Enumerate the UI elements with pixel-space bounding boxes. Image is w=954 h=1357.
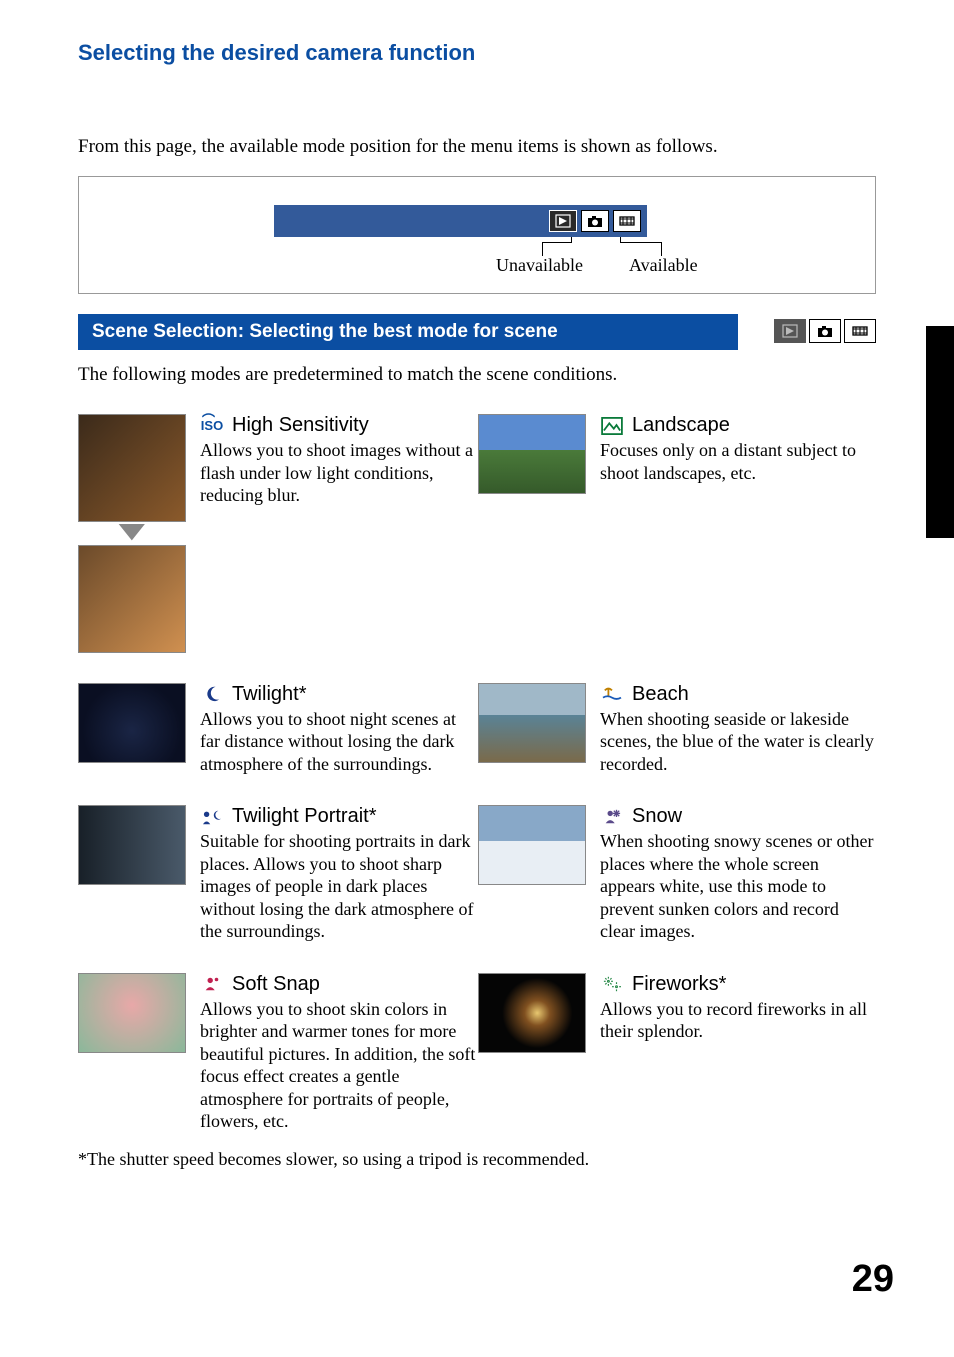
section-mode-icons (774, 317, 876, 345)
scene-beach: Beach When shooting seaside or lakeside … (478, 683, 878, 776)
page-title: Selecting the desired camera function (78, 40, 876, 66)
scene-description: When shooting seaside or lakeside scenes… (600, 708, 878, 776)
scene-title-text: High Sensitivity (232, 414, 369, 437)
movie-mode-icon (844, 319, 876, 343)
section-subtitle: The following modes are predetermined to… (78, 364, 876, 386)
scene-snow: Snow When shooting snowy scenes or other… (478, 805, 878, 943)
scene-description: Focuses only on a distant subject to sho… (600, 439, 878, 484)
scene-twilight: Twilight* Allows you to shoot night scen… (78, 683, 478, 776)
scene-title-text: Twilight Portrait* (232, 805, 377, 828)
scene-description: Allows you to shoot skin colors in brigh… (200, 998, 478, 1133)
camera-mode-icon (809, 319, 841, 343)
twilight-portrait-icon (200, 807, 224, 827)
snow-icon (600, 807, 624, 827)
scene-thumbnail (478, 683, 586, 763)
available-label: Available (629, 255, 698, 276)
scene-description: Allows you to shoot images without a fla… (200, 439, 478, 507)
camera-mode-icon (581, 210, 609, 232)
mode-availability-diagram: Unavailable Available (78, 176, 876, 294)
scene-thumbnail (78, 545, 186, 653)
scene-soft-snap: Soft Snap Allows you to shoot skin color… (78, 973, 478, 1133)
iso-icon: ⌒ISO (200, 416, 224, 436)
scene-high-sensitivity: ▼ ⌒ISO High Sensitivity Allows you to sh… (78, 414, 478, 653)
scene-description: Suitable for shooting portraits in dark … (200, 830, 478, 943)
scene-title-text: Fireworks* (632, 973, 726, 996)
unavailable-label: Unavailable (496, 255, 583, 276)
scene-title-text: Landscape (632, 414, 730, 437)
page-number: 29 (852, 1258, 894, 1301)
scene-title-text: Beach (632, 683, 689, 706)
scene-title-text: Snow (632, 805, 682, 828)
scene-thumbnail (478, 805, 586, 885)
scene-description: When shooting snowy scenes or other plac… (600, 830, 878, 943)
intro-text: From this page, the available mode posit… (78, 136, 876, 158)
scene-thumbnail (478, 414, 586, 494)
beach-icon (600, 684, 624, 704)
scene-description: Allows you to record fireworks in all th… (600, 998, 878, 1043)
scene-thumbnail (478, 973, 586, 1053)
scene-landscape: Landscape Focuses only on a distant subj… (478, 414, 878, 653)
scene-thumbnail (78, 973, 186, 1053)
arrow-down-icon: ▼ (110, 524, 154, 541)
section-heading: Scene Selection: Selecting the best mode… (78, 314, 738, 350)
scene-title-text: Soft Snap (232, 973, 320, 996)
section-side-label: Advanced operations (926, 358, 954, 518)
playback-mode-icon (549, 210, 577, 232)
soft-snap-icon (200, 974, 224, 994)
scene-thumbnail (78, 805, 186, 885)
scene-title-text: Twilight* (232, 683, 306, 706)
movie-mode-icon (613, 210, 641, 232)
scene-description: Allows you to shoot night scenes at far … (200, 708, 478, 776)
scene-fireworks: Fireworks* Allows you to record firework… (478, 973, 878, 1133)
fireworks-icon (600, 974, 624, 994)
playback-mode-icon (774, 319, 806, 343)
scene-thumbnail (78, 414, 186, 522)
footnote: *The shutter speed becomes slower, so us… (78, 1149, 876, 1170)
moon-icon (200, 684, 224, 704)
landscape-icon (600, 416, 624, 436)
scene-thumbnail (78, 683, 186, 763)
scene-twilight-portrait: Twilight Portrait* Suitable for shooting… (78, 805, 478, 943)
